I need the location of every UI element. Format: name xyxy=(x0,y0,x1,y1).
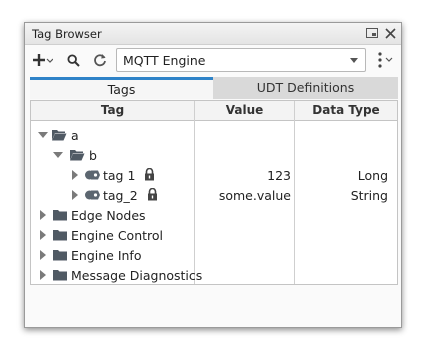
tab-strip: Tags UDT Definitions xyxy=(30,77,398,100)
tag-value: 123 xyxy=(267,168,291,183)
tree-row-engine-info[interactable]: Engine Info xyxy=(31,245,397,265)
table-header: Tag Value Data Type xyxy=(31,101,397,121)
tree-row-label: Message Diagnostics xyxy=(71,268,203,283)
folder-open-icon xyxy=(51,128,67,142)
chevron-down-icon[interactable] xyxy=(350,58,358,63)
tree-row-tag-1[interactable]: tag 1 123 Long xyxy=(31,165,397,185)
folder-icon xyxy=(52,268,68,282)
tree-row-engine-control[interactable]: Engine Control xyxy=(31,225,397,245)
tag-provider-value: MQTT Engine xyxy=(123,53,206,68)
tree-row-label: tag_2 xyxy=(103,188,138,203)
tree-row-label: Engine Control xyxy=(71,228,163,243)
folder-open-icon xyxy=(69,148,85,162)
tree-row-label: Engine Info xyxy=(71,248,142,263)
folder-icon xyxy=(52,248,68,262)
tag-value: some.value xyxy=(218,188,291,203)
collapse-arrow-icon[interactable] xyxy=(38,132,48,138)
column-header-data-type[interactable]: Data Type xyxy=(295,101,397,120)
title-bar: Tag Browser xyxy=(25,23,401,45)
tree-row-folder-b[interactable]: b xyxy=(31,145,397,165)
tree-row-edge-nodes[interactable]: Edge Nodes xyxy=(31,205,397,225)
folder-icon xyxy=(52,208,68,222)
expand-arrow-icon[interactable] xyxy=(72,190,78,200)
toolbar: MQTT Engine xyxy=(25,45,401,75)
expand-arrow-icon[interactable] xyxy=(72,170,78,180)
close-icon[interactable] xyxy=(383,26,397,40)
tree-row-label: a xyxy=(71,128,79,143)
tab-tags[interactable]: Tags xyxy=(30,77,213,99)
expand-arrow-icon[interactable] xyxy=(40,210,46,220)
search-icon[interactable] xyxy=(66,52,80,68)
tree-row-label: b xyxy=(89,148,97,163)
tag-data-type: String xyxy=(350,188,388,203)
plus-icon[interactable] xyxy=(33,52,53,68)
tree-row-tag-2[interactable]: tag_2 some.value String xyxy=(31,185,397,205)
tree-row-folder-a[interactable]: a xyxy=(31,125,397,145)
tag-browser-window: Tag Browser MQTT Engine Tags UDT Definit… xyxy=(24,22,402,328)
opc-tag-icon xyxy=(84,168,100,182)
refresh-icon[interactable] xyxy=(93,52,107,68)
expand-arrow-icon[interactable] xyxy=(40,270,46,280)
tree-row-message-diagnostics[interactable]: Message Diagnostics xyxy=(31,265,397,284)
tab-udt-definitions[interactable]: UDT Definitions xyxy=(213,77,398,99)
expand-arrow-icon[interactable] xyxy=(40,230,46,240)
tag-tree-table: Tag Value Data Type a b tag 1 123 Long t… xyxy=(30,100,398,285)
lock-icon xyxy=(147,187,159,202)
tree-row-label: Edge Nodes xyxy=(71,208,146,223)
opc-tag-icon xyxy=(84,188,100,202)
tag-data-type: Long xyxy=(357,168,388,183)
window-title: Tag Browser xyxy=(32,27,102,41)
lock-icon xyxy=(144,167,156,182)
collapse-arrow-icon[interactable] xyxy=(53,152,63,158)
tag-provider-select[interactable]: MQTT Engine xyxy=(116,48,366,72)
tree-row-label: tag 1 xyxy=(103,168,136,183)
footer-area xyxy=(30,286,398,322)
minimize-window-icon[interactable] xyxy=(365,26,379,40)
column-header-tag[interactable]: Tag xyxy=(31,101,194,120)
expand-arrow-icon[interactable] xyxy=(40,250,46,260)
folder-icon xyxy=(52,228,68,242)
column-header-value[interactable]: Value xyxy=(195,101,294,120)
kebab-menu-icon[interactable] xyxy=(375,52,395,68)
